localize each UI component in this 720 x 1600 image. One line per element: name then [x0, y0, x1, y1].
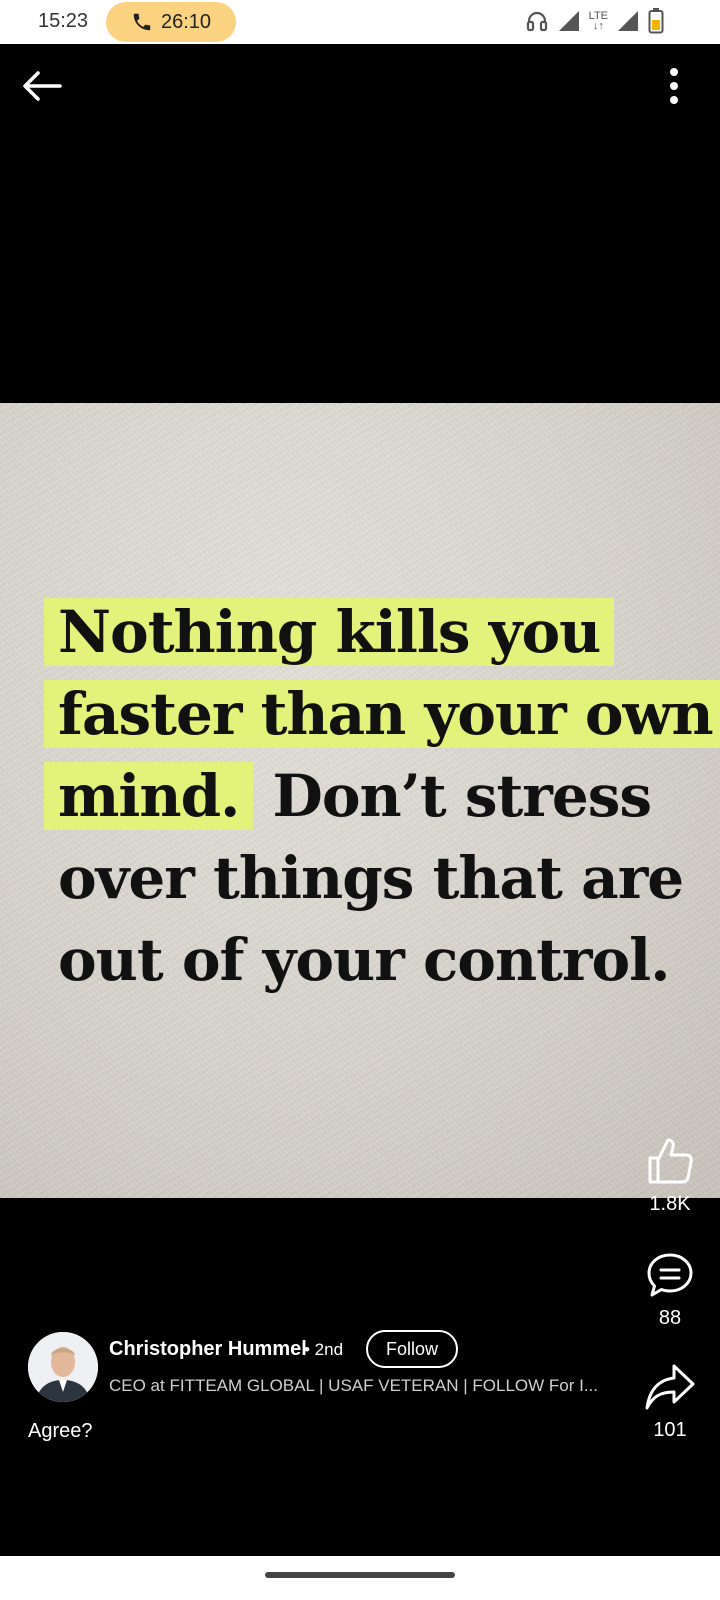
battery-icon	[648, 8, 664, 34]
quote-text: Nothing kills you faster than your own m…	[44, 591, 720, 1001]
status-time: 15:23	[38, 10, 89, 32]
lte-signal-icon	[618, 11, 638, 31]
quote-line-1: Nothing kills you	[44, 598, 615, 666]
quote-line: mind. Don’t stress	[44, 755, 678, 837]
navigation-bar	[0, 1556, 720, 1600]
quote-line: faster than your own	[44, 673, 720, 755]
post-caption[interactable]: Agree?	[28, 1420, 93, 1443]
comment-count: 88	[658, 1307, 682, 1329]
data-arrows-icon: ↓↑	[592, 20, 604, 32]
comment-icon	[647, 1253, 693, 1297]
connection-degree: • 2nd	[304, 1340, 344, 1359]
share-button[interactable]: 101	[630, 1362, 710, 1442]
headphones-icon	[526, 11, 547, 32]
author-headline: CEO at FITTEAM GLOBAL | USAF VETERAN | F…	[109, 1376, 599, 1395]
quote-line-2: faster than your own	[44, 680, 720, 748]
quote-line: Nothing kills you	[44, 591, 678, 673]
lte-indicator: LTE ↓↑	[589, 11, 608, 32]
thumbs-up-icon	[648, 1138, 693, 1184]
signal-icon	[558, 11, 579, 31]
share-arrow-icon	[645, 1364, 695, 1410]
author-name[interactable]: Christopher Hummel	[109, 1338, 307, 1361]
author-avatar[interactable]	[28, 1332, 98, 1402]
quote-line-4: over things that are	[58, 844, 684, 912]
like-count: 1.8K	[649, 1193, 691, 1215]
status-icons: LTE ↓↑	[525, 8, 664, 34]
call-timer: 26:10	[160, 10, 212, 33]
home-indicator[interactable]	[265, 1572, 455, 1578]
back-button[interactable]	[20, 64, 64, 108]
like-button[interactable]: 1.8K	[630, 1134, 710, 1216]
status-bar: 15:23 26:10 LTE ↓↑	[0, 0, 720, 44]
comment-button[interactable]: 88	[630, 1250, 710, 1330]
more-options-button[interactable]	[662, 64, 686, 108]
post-image[interactable]: Nothing kills you faster than your own m…	[0, 403, 720, 1198]
ongoing-call-chip[interactable]: 26:10	[106, 2, 236, 42]
quote-line-5: out of your control.	[58, 926, 670, 994]
quote-line-3-rest: Don’t stress	[253, 762, 653, 830]
follow-button[interactable]: Follow	[366, 1330, 458, 1368]
person-photo	[28, 1332, 98, 1402]
phone-icon	[133, 13, 151, 31]
arrow-left-icon	[23, 71, 62, 101]
more-vertical-icon	[670, 68, 678, 104]
share-count: 101	[653, 1419, 687, 1441]
quote-line-3-highlighted: mind.	[44, 762, 254, 830]
